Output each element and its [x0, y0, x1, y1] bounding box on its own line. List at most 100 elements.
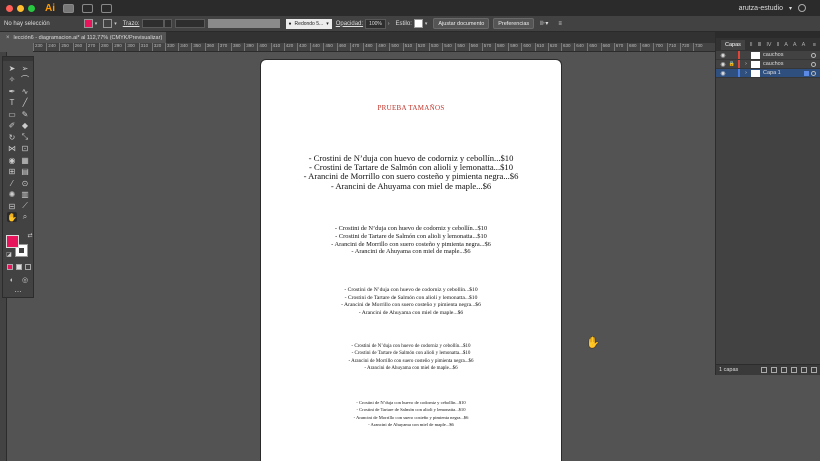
eye-icon[interactable]: ◉ [718, 61, 728, 68]
menu-text-block[interactable]: - Crostini de N’duja con huevo de codorn… [261, 399, 561, 428]
width-tool-icon[interactable]: ⋈ [7, 143, 17, 153]
zoom-tool-icon[interactable]: ⌕ [20, 212, 30, 222]
gradient-tool-icon[interactable]: ▤ [20, 166, 30, 176]
gpu-performance-icon[interactable] [101, 3, 112, 13]
tab-opentype[interactable]: A [802, 42, 806, 48]
stroke-color-swatch[interactable] [103, 19, 113, 28]
opacity-label[interactable]: Opacidad: [336, 21, 363, 27]
none-mode-icon[interactable] [25, 264, 31, 270]
free-transform-tool-icon[interactable]: ⊡ [20, 143, 30, 153]
draw-normal-icon[interactable]: ◐ [7, 275, 17, 285]
layer-row[interactable]: ◉ 🔒 › cauchos [716, 60, 820, 69]
artboard-title[interactable]: PRUEBA TAMAÑOS [261, 104, 561, 112]
new-layer-icon[interactable] [801, 367, 807, 373]
shaper-tool-icon[interactable]: ✐ [7, 120, 17, 130]
edit-toolbar-icon[interactable]: ⋯ [13, 287, 23, 297]
slice-tool-icon[interactable]: ⟋ [20, 201, 30, 211]
horizontal-ruler[interactable]: 230 240 250 260 270 280 290 300 310 320 330 340 350 3… [33, 43, 715, 52]
type-tool-icon[interactable]: T [7, 97, 17, 107]
new-sublayer-icon[interactable] [791, 367, 797, 373]
export-icon[interactable] [761, 367, 767, 373]
layer-row[interactable]: ◉ cauchos [716, 51, 820, 60]
chevron-right-icon[interactable]: › [742, 70, 750, 76]
gradient-mode-icon[interactable] [16, 264, 22, 270]
target-icon[interactable] [811, 71, 816, 76]
artboard-tool-icon[interactable]: ⊟ [7, 201, 17, 211]
trash-icon[interactable] [811, 367, 817, 373]
default-fill-stroke-icon[interactable]: ◪ [4, 249, 14, 259]
brush-definition-preview[interactable] [207, 19, 280, 28]
blend-tool-icon[interactable]: ⊙ [20, 178, 30, 188]
direct-selection-tool-icon[interactable]: ➢ [20, 63, 30, 73]
chevron-right-icon[interactable]: › [388, 21, 390, 27]
close-window-button[interactable] [6, 4, 13, 12]
layer-name[interactable]: cauchos [763, 52, 784, 58]
tab-properties[interactable]: Ⅲ [758, 42, 762, 48]
brush-select[interactable]: ● Redondo 5... ▾ [285, 18, 332, 29]
color-mode-icon[interactable] [7, 264, 13, 270]
menu-text-block[interactable]: - Crostini de N’duja con huevo de codorn… [261, 225, 561, 256]
magic-wand-tool-icon[interactable]: ✧ [7, 74, 17, 84]
chevron-down-icon[interactable]: ▾ [95, 21, 98, 27]
layer-name[interactable]: cauchos [763, 61, 784, 67]
panel-menu-icon[interactable]: ≡ [558, 21, 562, 27]
clipping-mask-icon[interactable] [781, 367, 787, 373]
align-icon[interactable]: ⊪▾ [540, 20, 548, 27]
line-tool-icon[interactable]: ╱ [20, 97, 30, 107]
tab-paragraph[interactable]: A [793, 42, 797, 48]
fill-color-swatch[interactable] [83, 19, 93, 28]
eraser-tool-icon[interactable]: ◆ [20, 120, 30, 130]
hand-tool-icon[interactable]: ✋ [7, 212, 17, 222]
panel-menu-icon[interactable]: ≡ [813, 42, 816, 48]
shape-builder-tool-icon[interactable]: ◉ [7, 155, 17, 165]
adjust-document-button[interactable]: Ajustar documento [433, 18, 490, 29]
arrange-documents-icon[interactable] [82, 3, 93, 13]
target-icon[interactable] [811, 53, 816, 58]
tab-layers[interactable]: Capas [721, 39, 745, 50]
search-icon[interactable] [798, 4, 806, 12]
eye-icon[interactable]: ◉ [718, 70, 728, 77]
close-icon[interactable]: × [6, 35, 10, 41]
chevron-down-icon[interactable]: ▾ [114, 21, 117, 27]
tab-artboards[interactable]: Ⅱ [750, 42, 753, 48]
rotate-tool-icon[interactable]: ↻ [7, 132, 17, 142]
artboard[interactable]: PRUEBA TAMAÑOS - Crostini de N’duja con … [261, 60, 561, 461]
stroke-weight-input[interactable] [141, 19, 164, 28]
pen-tool-icon[interactable]: ✒ [7, 86, 17, 96]
opacity-input[interactable]: 100% [365, 18, 386, 29]
mesh-tool-icon[interactable]: ⊞ [7, 166, 17, 176]
eye-icon[interactable]: ◉ [718, 52, 728, 59]
minimize-window-button[interactable] [17, 4, 24, 12]
tab-align[interactable]: Ⅱ [777, 42, 780, 48]
selection-tool-icon[interactable]: ➤ [7, 63, 17, 73]
bridge-icon[interactable] [63, 3, 74, 13]
workspace-switcher[interactable]: arutza-estudio ▾ [739, 4, 806, 12]
fill-color-box[interactable] [6, 235, 19, 248]
menu-text-block[interactable]: - Crostini de N’duja con huevo de codorn… [261, 287, 561, 317]
tab-libraries[interactable]: Ⅳ [766, 42, 771, 48]
symbol-sprayer-tool-icon[interactable]: ✺ [7, 189, 17, 199]
perspective-grid-tool-icon[interactable]: ▦ [20, 155, 30, 165]
zoom-window-button[interactable] [28, 4, 35, 12]
graphic-style-swatch[interactable] [413, 19, 423, 28]
lasso-tool-icon[interactable]: ⌒ [20, 74, 30, 84]
eyedropper-tool-icon[interactable]: ⁄ [7, 178, 17, 188]
menu-text-block[interactable]: - Crostini de N’duja con huevo de codorn… [261, 343, 561, 372]
document-tab[interactable]: × lección6 - diagramacion.ai* al 112,77%… [0, 32, 167, 43]
curvature-tool-icon[interactable]: ∿ [20, 86, 30, 96]
scale-tool-icon[interactable]: ⤡ [20, 132, 30, 142]
preferences-button[interactable]: Preferencias [493, 18, 535, 29]
layer-name[interactable]: Capa 1 [763, 70, 781, 76]
stroke-label[interactable]: Trazo: [123, 21, 140, 27]
swap-fill-stroke-icon[interactable]: ⇄ [25, 230, 35, 240]
target-icon[interactable] [811, 62, 816, 67]
rectangle-tool-icon[interactable]: ▭ [7, 109, 17, 119]
paintbrush-tool-icon[interactable]: ✎ [20, 109, 30, 119]
chevron-right-icon[interactable]: › [742, 61, 750, 67]
column-graph-tool-icon[interactable]: ▥ [20, 189, 30, 199]
chevron-down-icon[interactable]: ▾ [425, 21, 428, 27]
screen-mode-icon[interactable]: ◎ [20, 275, 30, 285]
locate-object-icon[interactable] [771, 367, 777, 373]
lock-icon[interactable]: 🔒 [728, 61, 736, 67]
menu-text-block[interactable]: - Crostini de N’duja con huevo de codorn… [261, 153, 561, 191]
